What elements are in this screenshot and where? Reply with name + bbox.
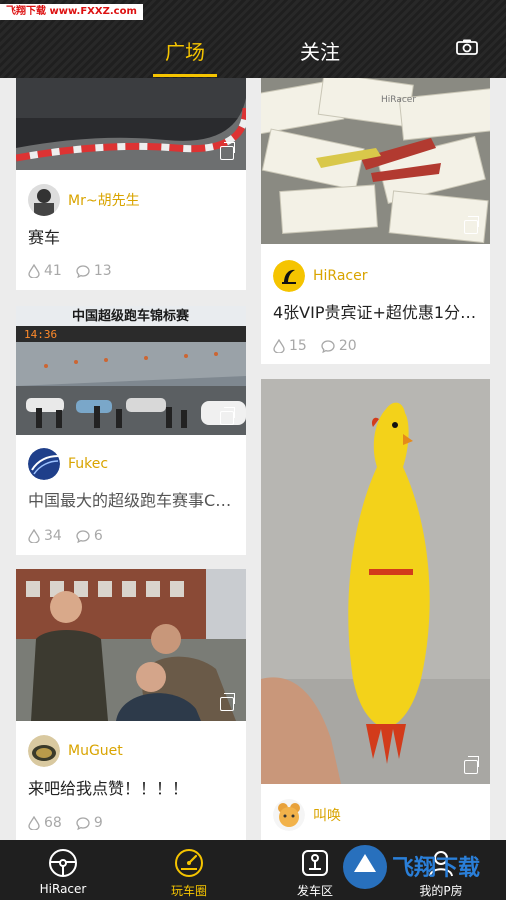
- camera-icon[interactable]: [456, 39, 478, 55]
- like-count: 68: [44, 815, 62, 831]
- comment-icon[interactable]: [76, 816, 90, 830]
- author-name[interactable]: Mr~胡先生: [68, 190, 140, 210]
- speedometer-icon: [175, 849, 203, 877]
- avatar[interactable]: [273, 260, 305, 292]
- banner-title: 中国超级跑车锦标赛: [72, 308, 190, 324]
- like-drop-icon[interactable]: [28, 264, 40, 278]
- banner-time: 14:36: [24, 328, 57, 341]
- avatar[interactable]: [28, 448, 60, 480]
- svg-text:HiRacer: HiRacer: [381, 95, 416, 105]
- post-stats: 68 9: [28, 815, 103, 831]
- active-tab-indicator: [153, 74, 217, 77]
- comment-icon[interactable]: [76, 529, 90, 543]
- multi-image-icon: [220, 407, 235, 425]
- post-text: 赛车: [28, 228, 61, 247]
- like-drop-icon[interactable]: [28, 529, 40, 543]
- post-image[interactable]: 14:36 中国超级跑车锦标赛: [16, 306, 246, 435]
- post-card[interactable]: HiRacer HiRacer 4张VIP贵宾证+超优惠1分钱… 15 20: [261, 78, 490, 364]
- comment-count: 6: [93, 528, 103, 544]
- logo-watermark-text: 飞翔下载: [392, 855, 480, 881]
- post-text: 4张VIP贵宾证+超优惠1分钱…: [273, 303, 482, 322]
- post-card[interactable]: 14:36 中国超级跑车锦标赛 Fukec 中国最大的超级跑车赛事Chi… 34: [16, 306, 246, 555]
- post-image[interactable]: HiRacer: [261, 78, 490, 244]
- post-feed[interactable]: Mr~胡先生 赛车 41 13 HiRacer HiRacer 4张VIP贵宾证…: [0, 78, 506, 840]
- avatar[interactable]: [273, 799, 305, 831]
- post-stats: 34 6: [28, 528, 103, 544]
- multi-image-icon: [464, 756, 479, 774]
- tab-car-circle[interactable]: 玩车圈: [126, 840, 252, 900]
- comment-icon[interactable]: [76, 264, 90, 278]
- author-name[interactable]: 叫唤: [313, 805, 341, 825]
- like-drop-icon[interactable]: [273, 339, 285, 353]
- multi-image-icon: [220, 693, 235, 711]
- post-author[interactable]: Fukec: [28, 448, 108, 480]
- post-text: 来吧给我点赞！！！！: [28, 779, 189, 798]
- comment-count: 20: [338, 338, 357, 354]
- download-site-logo: 飞翔下载: [343, 845, 480, 889]
- like-count: 15: [289, 338, 307, 354]
- like-drop-icon[interactable]: [28, 816, 40, 830]
- top-bar: 飞翔下载 www.FXXZ.com 广场 关注: [0, 0, 506, 78]
- avatar[interactable]: [28, 735, 60, 767]
- tab-square[interactable]: 广场: [165, 36, 205, 65]
- multi-image-icon: [464, 216, 479, 234]
- post-author[interactable]: 叫唤: [273, 799, 341, 831]
- tab-label: 玩车圈: [170, 884, 207, 898]
- post-author[interactable]: HiRacer: [273, 260, 367, 292]
- post-card[interactable]: 叫唤: [261, 379, 490, 840]
- comment-count: 13: [93, 263, 112, 279]
- like-count: 41: [44, 263, 62, 279]
- like-count: 34: [44, 528, 62, 544]
- author-name[interactable]: Fukec: [68, 456, 108, 472]
- comment-icon[interactable]: [321, 339, 335, 353]
- avatar[interactable]: [28, 184, 60, 216]
- author-name[interactable]: HiRacer: [313, 268, 367, 284]
- multi-image-icon: [220, 142, 235, 160]
- post-image[interactable]: [16, 78, 246, 170]
- post-stats: 15 20: [273, 338, 357, 354]
- site-watermark: 飞翔下载 www.FXXZ.com: [0, 4, 143, 20]
- post-card[interactable]: MuGuet 来吧给我点赞！！！！ 68 9: [16, 569, 246, 840]
- post-text: 中国最大的超级跑车赛事Chi…: [28, 491, 238, 510]
- post-author[interactable]: MuGuet: [28, 735, 123, 767]
- post-image[interactable]: [16, 569, 246, 721]
- comment-count: 9: [93, 815, 103, 831]
- tab-hiracer[interactable]: HiRacer: [0, 840, 126, 900]
- post-author[interactable]: Mr~胡先生: [28, 184, 140, 216]
- gear-shift-icon: [302, 850, 328, 876]
- post-card[interactable]: Mr~胡先生 赛车 41 13: [16, 78, 246, 290]
- tab-label: HiRacer: [39, 882, 87, 896]
- author-name[interactable]: MuGuet: [68, 743, 123, 759]
- tab-following[interactable]: 关注: [300, 36, 340, 65]
- post-image[interactable]: [261, 379, 490, 784]
- post-stats: 41 13: [28, 263, 112, 279]
- steering-wheel-icon: [49, 849, 77, 877]
